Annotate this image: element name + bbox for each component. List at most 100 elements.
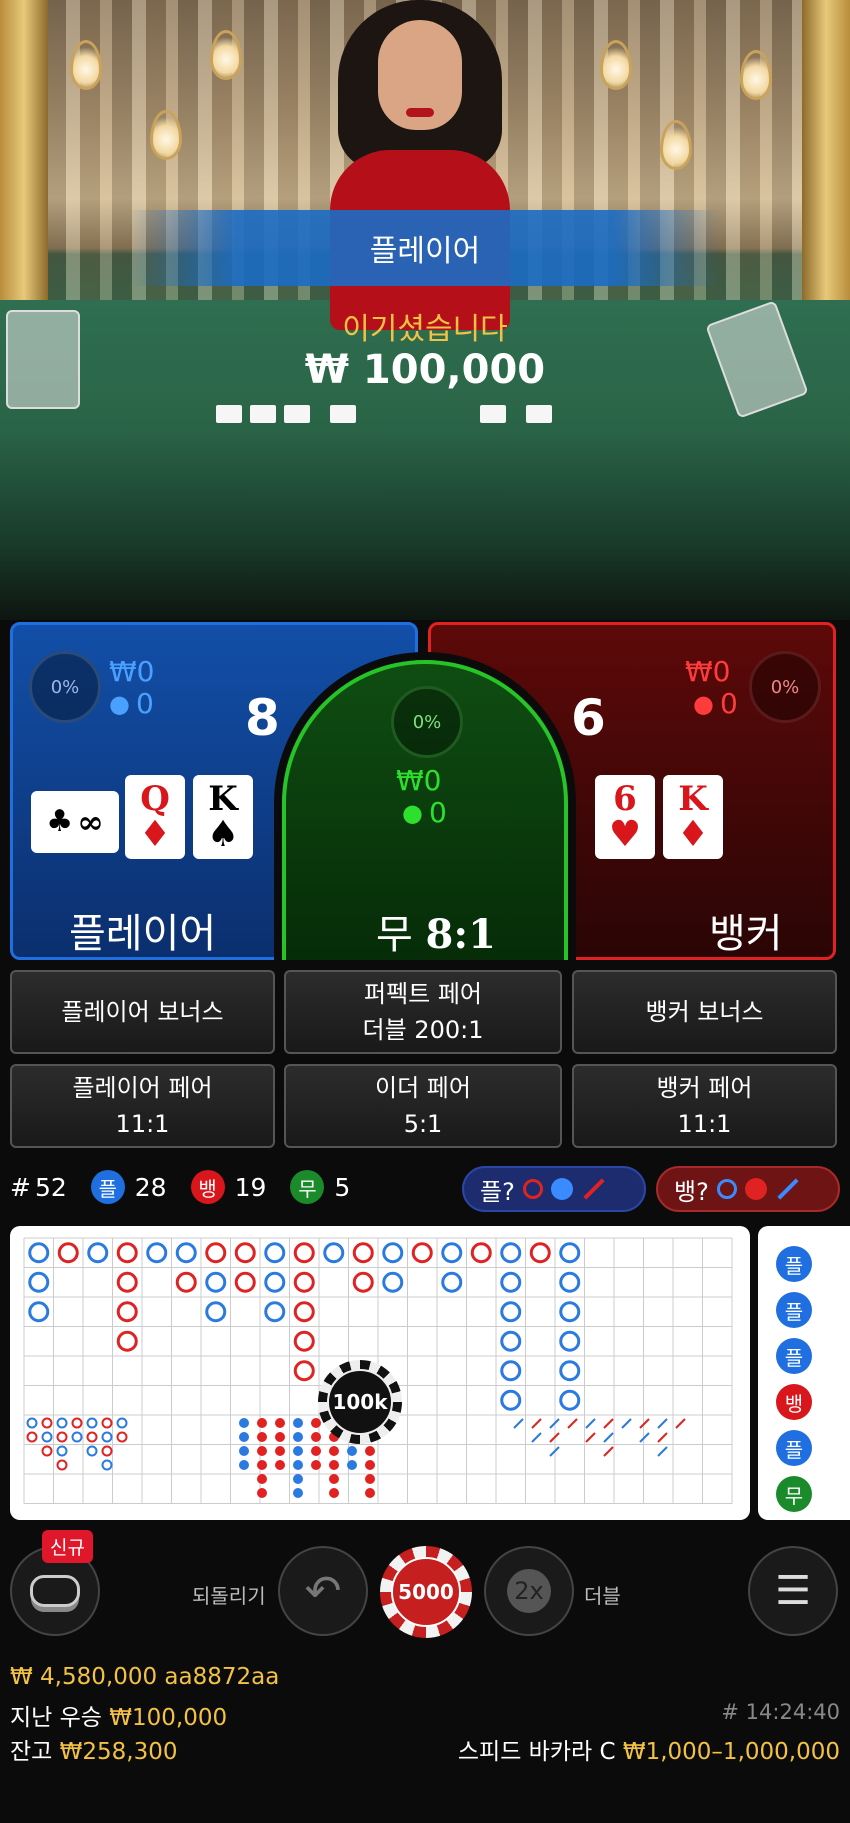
gold-frame-right [802, 0, 850, 330]
balance: 잔고 ₩258,300 [10, 1732, 178, 1766]
banker-wins: 19 [234, 1172, 267, 1202]
banker-bonus-label: 뱅커 보너스 [645, 998, 764, 1026]
cockroach-mark [531, 1432, 542, 1443]
big-eye-mark [311, 1460, 321, 1470]
big-eye-mark [347, 1446, 357, 1456]
big-eye-mark [275, 1432, 285, 1442]
big-road-mark [205, 1301, 227, 1323]
player-predict-label: 플? [480, 1177, 515, 1206]
big-eye-mark [329, 1460, 339, 1470]
big-eye-mark [293, 1432, 303, 1442]
big-road-mark [559, 1330, 581, 1352]
person-icon: ● [693, 689, 714, 718]
either-pair-label: 이더 페어 [375, 1074, 471, 1102]
player-bonus-label: 플레이어 보너스 [61, 998, 224, 1026]
chip-value: 5000 [391, 1557, 461, 1627]
chip-100k[interactable]: 100k [318, 1360, 402, 1444]
player-bonus-button[interactable]: 플레이어 보너스 [10, 970, 275, 1054]
undo-icon: ↶ [304, 1565, 342, 1617]
big-eye-mark [275, 1446, 285, 1456]
big-road-mark [57, 1242, 79, 1264]
player-predict-button[interactable]: 플? [462, 1166, 646, 1212]
big-road-mark [234, 1271, 256, 1293]
bead-road[interactable]: 플플플뱅플무 [758, 1226, 850, 1520]
banker-stake-amount: ₩0 [685, 655, 731, 688]
banker-bonus-button[interactable]: 뱅커 보너스 [572, 970, 837, 1054]
big-road-mark [441, 1242, 463, 1264]
either-pair-odds: 5:1 [403, 1110, 443, 1138]
big-road-mark [559, 1242, 581, 1264]
big-road-mark [352, 1271, 374, 1293]
tie-percent-ring: 0% [391, 686, 463, 758]
big-road-mark [264, 1242, 286, 1264]
small-road-mark [101, 1417, 113, 1429]
small-road-mark [56, 1417, 68, 1429]
round-count: 52 [34, 1172, 67, 1202]
small-road-mark [26, 1417, 38, 1429]
cockroach-mark [603, 1446, 614, 1457]
small-road-mark [56, 1445, 68, 1457]
player-wins: 28 [134, 1172, 167, 1202]
double-label: 더블 [584, 1584, 621, 1608]
small-road-marker-icon [550, 1178, 573, 1200]
banker-card-2: K ♦ [663, 775, 723, 859]
small-road-mark [41, 1431, 53, 1443]
big-road-marker-icon [716, 1179, 737, 1199]
win-message: 이기셨습니다 [342, 312, 508, 347]
banker-predict-button[interactable]: 뱅? [656, 1166, 840, 1212]
big-eye-mark [275, 1460, 285, 1470]
either-pair-button[interactable]: 이더 페어 5:1 [284, 1064, 562, 1148]
big-road-mark [116, 1301, 138, 1323]
small-road-mark [86, 1431, 98, 1443]
player-pair-button[interactable]: 플레이어 페어 11:1 [10, 1064, 275, 1148]
player-wins-icon: 플 [90, 1170, 125, 1204]
cockroach-mark [639, 1418, 650, 1429]
cockroach-mark [675, 1418, 686, 1429]
card-suit: ♠ [206, 813, 240, 855]
perfect-pair-label: 퍼펙트 페어 [363, 980, 483, 1008]
banker-pair-odds: 11:1 [677, 1110, 732, 1138]
selected-chip-5000[interactable]: 5000 [380, 1546, 472, 1638]
big-road-mark [411, 1242, 433, 1264]
card-rank: Q [140, 779, 170, 819]
big-road-mark [500, 1301, 522, 1323]
card-rank: 6 [613, 779, 637, 819]
banker-pair-button[interactable]: 뱅커 페어 11:1 [572, 1064, 837, 1148]
big-road-mark [352, 1242, 374, 1264]
big-eye-mark [311, 1432, 321, 1442]
live-video: 플레이어 이기셨습니다 ₩ 100,000 [0, 0, 850, 620]
balance-label: 잔고 [10, 1739, 53, 1765]
tie-odds: 8:1 [425, 911, 496, 958]
tie-bettors: 0 [428, 796, 447, 829]
table-info: 스피드 바카라 C ₩1,000–1,000,000 [458, 1732, 840, 1766]
perfect-pair-button[interactable]: 퍼펙트 페어 더블 200:1 [284, 970, 562, 1054]
cockroach-mark [585, 1418, 596, 1429]
table-card [284, 405, 310, 423]
bead-road-item: 무 [776, 1476, 812, 1512]
big-road-mark [470, 1242, 492, 1264]
undo-button[interactable]: ↶ [278, 1546, 368, 1636]
cockroach-mark [603, 1418, 614, 1429]
cockroach-mark [621, 1418, 632, 1429]
player-pair-odds: 11:1 [115, 1110, 170, 1138]
small-road-mark [56, 1431, 68, 1443]
big-road-mark [500, 1389, 522, 1411]
player-percent: 0% [50, 676, 80, 698]
big-eye-mark [275, 1418, 285, 1428]
big-eye-mark [293, 1460, 303, 1470]
menu-button[interactable]: ☰ [748, 1546, 838, 1636]
cockroach-mark [657, 1418, 668, 1429]
cockroach-marker-icon [583, 1178, 605, 1200]
undo-label: 되돌리기 [192, 1584, 266, 1608]
big-road-mark [293, 1242, 315, 1264]
card-suit: ♦ [676, 813, 710, 855]
tie-label-text: 무 [376, 912, 413, 958]
banker-pair-label: 뱅커 페어 [656, 1074, 753, 1102]
banker-stake-total: ₩0 [685, 655, 731, 688]
cockroach-mark [531, 1418, 542, 1429]
card-rank: ∞ [77, 803, 104, 841]
double-button[interactable]: 2x [484, 1546, 574, 1636]
big-road-mark [205, 1271, 227, 1293]
tie-bet-area[interactable]: 0% ₩0 ● 0 무 8:1 [282, 660, 568, 960]
big-eye-mark [329, 1446, 339, 1456]
